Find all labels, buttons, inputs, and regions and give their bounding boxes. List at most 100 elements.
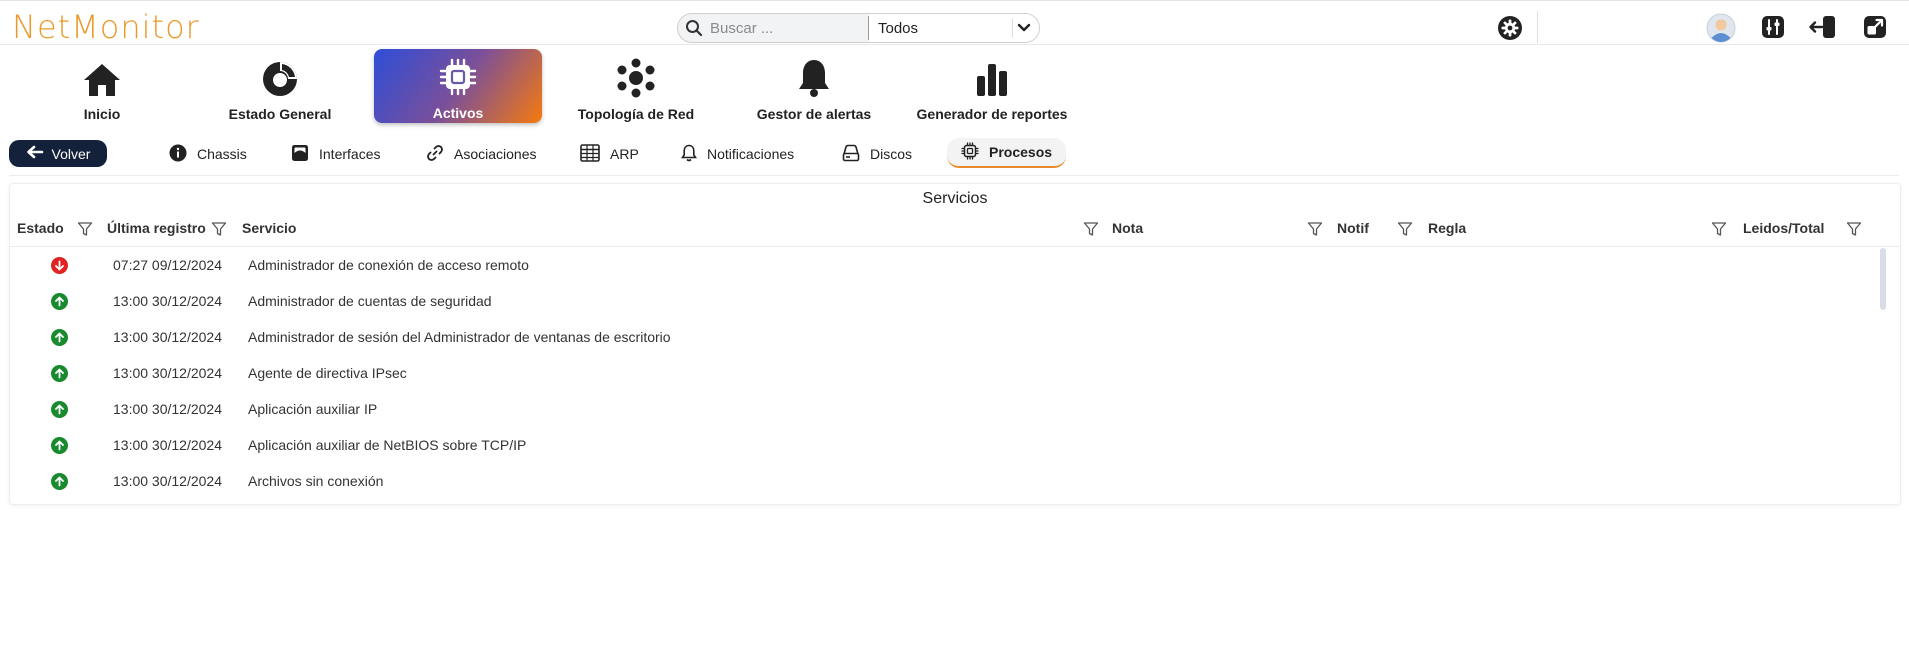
row-date: 13:00 30/12/2024: [113, 365, 222, 381]
table-scrollbar[interactable]: [1880, 248, 1886, 310]
table-row[interactable]: 13:00 30/12/2024 Aplicación auxiliar de …: [10, 427, 1880, 463]
link-icon: [426, 144, 444, 165]
table-row[interactable]: 07:27 09/12/2024 Administrador de conexi…: [10, 247, 1880, 283]
arrow-left-icon: [26, 145, 44, 162]
column-header-regla[interactable]: Regla: [1428, 220, 1466, 236]
tab-discos[interactable]: Discos: [842, 140, 912, 168]
row-service: Administrador de conexión de acceso remo…: [248, 257, 529, 273]
adjust-sliders-icon[interactable]: [1761, 15, 1785, 39]
search-bar: Todos: [677, 13, 1040, 43]
filter-icon[interactable]: [1307, 221, 1323, 242]
bell-icon: [797, 58, 831, 98]
tab-label: Discos: [870, 146, 913, 162]
gauge-icon: [261, 58, 299, 98]
status-up-icon: [51, 401, 68, 418]
table-icon: [580, 143, 600, 165]
nav-item-label: Activos: [432, 105, 484, 121]
column-header-estado[interactable]: Estado: [17, 220, 64, 236]
row-service: Administrador de cuentas de seguridad: [248, 293, 492, 309]
row-date: 13:00 30/12/2024: [113, 329, 222, 345]
column-header-notif[interactable]: Notif: [1337, 220, 1369, 236]
search-icon[interactable]: [678, 14, 710, 42]
column-header-ultimo-registro[interactable]: Última registro: [107, 220, 206, 236]
logout-icon[interactable]: [1809, 15, 1837, 39]
chevron-down-icon[interactable]: [1012, 18, 1035, 38]
column-header-nota[interactable]: Nota: [1112, 220, 1143, 236]
column-header-servicio[interactable]: Servicio: [242, 220, 296, 236]
nav-item-label: Estado General: [228, 106, 332, 122]
nav-item-label: Gestor de alertas: [756, 106, 872, 122]
status-up-icon: [51, 473, 68, 490]
row-date: 13:00 30/12/2024: [113, 401, 222, 417]
filter-icon[interactable]: [77, 221, 93, 242]
filter-icon[interactable]: [211, 221, 227, 242]
tab-notificaciones[interactable]: Notificaciones: [680, 140, 795, 168]
row-service: Administrador de sesión del Administrado…: [248, 329, 671, 345]
search-input[interactable]: [710, 19, 868, 37]
nav-item-activos[interactable]: Activos: [374, 49, 542, 123]
row-service: Aplicación auxiliar IP: [248, 401, 378, 417]
filter-icon[interactable]: [1397, 221, 1413, 242]
back-button[interactable]: Volver: [9, 140, 107, 167]
row-service: Agente de directiva IPsec: [248, 365, 407, 381]
interface-icon: [291, 144, 309, 165]
nav-item-label: Generador de reportes: [916, 106, 1068, 122]
tab-label: Procesos: [989, 144, 1053, 160]
table-row[interactable]: 13:00 30/12/2024 Archivos sin conexión: [10, 463, 1880, 499]
row-date: 13:00 30/12/2024: [113, 293, 222, 309]
network-icon: [616, 58, 656, 98]
disk-icon: [842, 144, 860, 165]
nav-item-inicio[interactable]: Inicio: [18, 50, 186, 122]
open-window-icon[interactable]: [1863, 15, 1887, 39]
main-nav: Inicio Estado General Activos Topología …: [0, 48, 1100, 125]
tab-arp[interactable]: ARP: [580, 140, 639, 168]
tab-chassis[interactable]: Chassis: [169, 140, 247, 168]
column-header-leidos-total[interactable]: Leidos/Total: [1743, 220, 1824, 236]
nav-item-topologia[interactable]: Topología de Red: [552, 50, 720, 122]
chip-icon: [438, 57, 478, 97]
tab-label: Chassis: [197, 146, 247, 162]
nav-item-estado-general[interactable]: Estado General: [196, 50, 364, 122]
nav-item-reportes[interactable]: Generador de reportes: [908, 50, 1076, 122]
nav-item-gestor-alertas[interactable]: Gestor de alertas: [730, 50, 898, 122]
bell-icon: [680, 144, 698, 165]
bar-chart-icon: [975, 58, 1009, 98]
app-logo[interactable]: NetMonitor: [12, 9, 200, 45]
status-up-icon: [51, 365, 68, 382]
filter-icon[interactable]: [1711, 221, 1727, 242]
table-row[interactable]: 13:00 30/12/2024 Administrador de cuenta…: [10, 283, 1880, 319]
user-avatar-icon[interactable]: [1706, 13, 1736, 43]
row-date: 13:00 30/12/2024: [113, 473, 222, 489]
tab-label: Interfaces: [319, 146, 381, 162]
nav-item-label: Topología de Red: [577, 106, 695, 122]
tab-label: ARP: [610, 146, 639, 162]
top-bar-divider: [1537, 11, 1538, 43]
subtabs-divider: [9, 175, 1899, 176]
tab-label: Notificaciones: [707, 146, 795, 162]
tab-asociaciones[interactable]: Asociaciones: [426, 140, 537, 168]
nav-item-label: Inicio: [83, 106, 121, 122]
settings-gear-icon[interactable]: [1497, 15, 1523, 41]
cpu-icon: [961, 141, 979, 163]
filter-icon[interactable]: [1083, 221, 1099, 242]
row-service: Archivos sin conexión: [248, 473, 384, 489]
search-filter-select[interactable]: Todos: [869, 14, 1039, 42]
filter-icon[interactable]: [1846, 221, 1862, 242]
home-icon: [82, 58, 122, 98]
tab-label: Asociaciones: [454, 146, 537, 162]
info-icon: [169, 144, 187, 165]
status-up-icon: [51, 437, 68, 454]
table-row[interactable]: 13:00 30/12/2024 Administrador de sesión…: [10, 319, 1880, 355]
tab-procesos[interactable]: Procesos: [947, 138, 1067, 168]
search-filter-value: Todos: [878, 19, 919, 37]
table-row[interactable]: 13:00 30/12/2024 Agente de directiva IPs…: [10, 355, 1880, 391]
services-panel: Servicios Estado Última registro Servici…: [9, 183, 1901, 505]
status-up-icon: [51, 329, 68, 346]
table-row[interactable]: 13:00 30/12/2024 Aplicación auxiliar IP: [10, 391, 1880, 427]
row-service: Aplicación auxiliar de NetBIOS sobre TCP…: [248, 437, 527, 453]
panel-title: Servicios: [922, 190, 988, 207]
tab-interfaces[interactable]: Interfaces: [291, 140, 380, 168]
back-button-label: Volver: [51, 145, 91, 162]
row-date: 07:27 09/12/2024: [113, 257, 222, 273]
status-down-icon: [51, 257, 68, 274]
